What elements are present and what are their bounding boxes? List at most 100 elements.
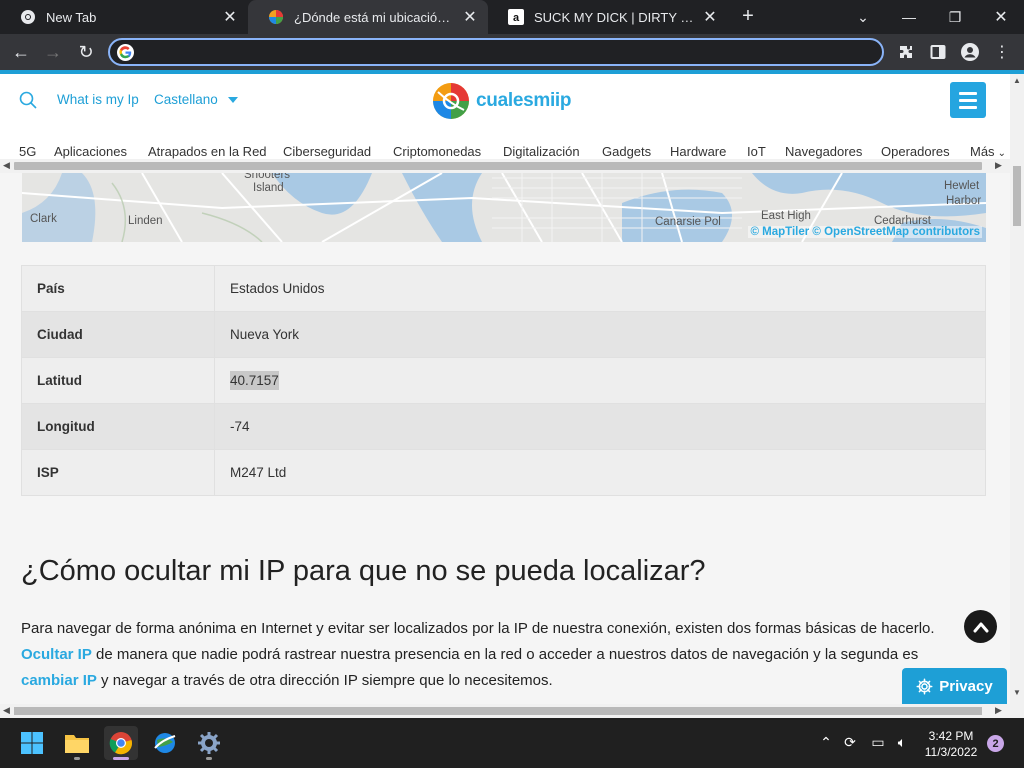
chevron-up-icon[interactable]: ⌃ [816,734,836,751]
map-label: Harbor [946,195,982,207]
chevron-up-icon [973,622,988,632]
close-tab-icon[interactable]: ✕ [222,7,238,27]
category-mas[interactable]: Más ⌄ [970,144,1006,159]
settings-taskbar-button[interactable] [192,726,226,760]
hamburger-line [959,105,977,109]
category-aplicaciones[interactable]: Aplicaciones [54,144,127,159]
scroll-right-arrow-icon[interactable]: ▶ [995,705,1002,716]
minimize-icon[interactable]: — [886,0,932,34]
address-bar[interactable] [108,38,884,66]
table-row: Latitud 40.7157 [21,357,986,404]
tab-search-icon[interactable]: ⌄ [840,0,886,34]
category-digitalizacion[interactable]: Digitalización [503,144,580,159]
network-icon[interactable]: ▭ [868,734,888,751]
restore-icon[interactable]: ❐ [932,0,978,34]
scroll-up-arrow-icon[interactable]: ▲ [1013,76,1021,85]
row-key: Longitud [21,403,215,450]
google-icon [117,44,134,61]
chrome-taskbar-button[interactable] [104,726,138,760]
table-row: Ciudad Nueva York [21,311,986,358]
scroll-down-arrow-icon[interactable]: ▼ [1013,688,1021,697]
tab-cualesmiip[interactable]: ¿Dónde está mi ubicación IP? (Ge ✕ [248,0,488,34]
forward-icon[interactable]: → [41,40,65,64]
language-selector[interactable]: Castellano [154,92,238,107]
scrollbar-thumb[interactable] [14,162,982,170]
ocultar-ip-link[interactable]: Ocultar IP [21,646,92,663]
profile-icon[interactable] [958,40,982,64]
start-button[interactable] [15,726,49,760]
map-label: Linden [128,215,163,227]
page-horizontal-scrollbar[interactable]: ◀ ▶ [0,704,1010,718]
notification-badge[interactable]: 2 [987,735,1004,752]
category-5g[interactable]: 5G [19,144,36,159]
paragraph-text: de manera que nadie podrá rastrear nuest… [91,646,919,663]
tab-title: ¿Dónde está mi ubicación IP? (Ge [294,9,454,25]
table-row: ISP M247 Ltd [21,449,986,496]
site-logo[interactable]: cualesmiip [432,81,582,121]
tab-new-tab[interactable]: New Tab ✕ [0,0,248,34]
row-key: Ciudad [21,311,215,358]
reload-icon[interactable]: ↻ [74,40,98,64]
what-is-my-ip-link[interactable]: What is my Ip [57,92,139,107]
category-gadgets[interactable]: Gadgets [602,144,651,159]
new-tab-button[interactable]: + [738,6,758,28]
cambiar-ip-link[interactable]: cambiar IP [21,672,97,689]
language-label: Castellano [154,92,218,107]
location-map[interactable]: Shooters Island Clark Linden Canarsie Po… [22,173,986,242]
gear-icon [916,678,933,694]
hamburger-icon [959,91,977,95]
gear-icon [198,732,220,754]
back-icon[interactable]: ← [9,40,33,64]
system-clock[interactable]: 3:42 PM 11/3/2022 [918,728,984,760]
map-label: Shooters [244,173,291,181]
caret-down-icon [227,97,238,103]
volume-icon[interactable]: 🔈︎ [892,734,912,751]
hamburger-line [959,98,977,102]
category-iot[interactable]: IoT [747,144,766,159]
scroll-right-arrow-icon[interactable]: ▶ [995,160,1002,171]
hamburger-menu-button[interactable] [950,82,986,118]
extensions-icon[interactable] [894,40,918,64]
cualesmiip-favicon [268,9,284,25]
map-label: Hewlet [944,180,980,192]
more-options-icon[interactable]: ⋮ [990,40,1014,64]
windows-logo-icon [21,732,43,754]
network-app-button[interactable] [148,726,182,760]
category-operadores[interactable]: Operadores [881,144,950,159]
privacy-label: Privacy [939,677,993,695]
close-window-icon[interactable]: ✕ [978,0,1024,34]
category-ciberseguridad[interactable]: Ciberseguridad [283,144,371,159]
logo-icon [433,83,469,119]
table-row: Longitud -74 [21,403,986,450]
category-scrollbar[interactable]: ◀ ▶ [0,159,1010,173]
row-key: Latitud [21,357,215,404]
file-explorer-button[interactable] [60,726,94,760]
close-tab-icon[interactable]: ✕ [702,7,718,27]
category-hardware[interactable]: Hardware [670,144,726,159]
page-vertical-scrollbar[interactable]: ▲ ▼ [1010,74,1024,718]
paragraph-text: y navegar a través de otra dirección IP … [96,672,553,689]
category-atrapados[interactable]: Atrapados en la Red [148,144,267,159]
side-panel-icon[interactable] [926,40,950,64]
address-input[interactable] [140,42,870,62]
scrollbar-thumb[interactable] [1013,166,1021,226]
category-criptomonedas[interactable]: Criptomonedas [393,144,481,159]
search-icon[interactable] [18,90,38,110]
clock-date: 11/3/2022 [924,745,978,759]
row-value: Estados Unidos [214,265,986,312]
scrollbar-thumb[interactable] [14,707,982,715]
map-attribution[interactable]: © MapTiler © OpenStreetMap contributors [748,226,982,238]
close-tab-icon[interactable]: ✕ [462,7,478,27]
scroll-left-arrow-icon[interactable]: ◀ [3,160,10,171]
chrome-icon [20,9,36,25]
scroll-left-arrow-icon[interactable]: ◀ [3,705,10,716]
chrome-icon [109,732,133,755]
sync-icon[interactable]: ⟳ [840,734,860,751]
article-paragraph: Para navegar de forma anónima en Interne… [21,616,961,694]
scroll-to-top-button[interactable] [964,610,997,643]
tab-amazon[interactable]: a SUCK MY DICK | DIRTY NOTEBOOK ✕ [488,0,728,34]
selected-text[interactable]: 40.7157 [230,371,279,390]
tab-title: New Tab [46,9,97,25]
category-navegadores[interactable]: Navegadores [785,144,862,159]
privacy-button[interactable]: Privacy [902,668,1007,704]
